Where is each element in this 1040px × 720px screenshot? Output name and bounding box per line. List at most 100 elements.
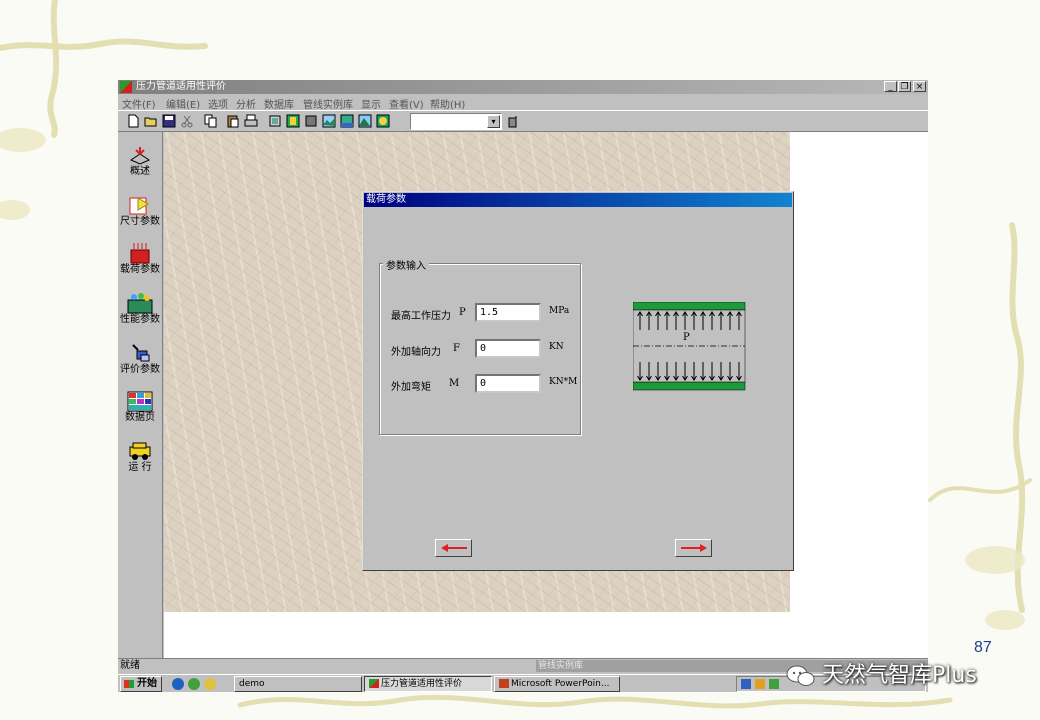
tray-volume-icon[interactable]	[769, 679, 779, 689]
max-pressure-unit: MPa	[549, 306, 570, 316]
tool-extra-icon[interactable]	[506, 114, 520, 128]
menu-analysis[interactable]: 分析	[236, 96, 256, 111]
chevron-down-icon[interactable]: ▾	[487, 115, 500, 128]
task-pipeline-app[interactable]: 压力管道适用性评价	[364, 676, 492, 692]
task-label: 压力管道适用性评价	[381, 679, 463, 689]
bending-moment-unit: KN*M	[549, 377, 578, 387]
powerpoint-icon	[499, 679, 509, 688]
previous-button[interactable]	[435, 539, 472, 557]
diagram-pressure-label: P	[683, 332, 690, 343]
menu-options[interactable]: 选项	[208, 96, 228, 111]
tool-chart-icon[interactable]	[286, 114, 300, 128]
print-icon[interactable]	[244, 114, 258, 128]
task-label: demo	[239, 679, 265, 689]
menu-view[interactable]: 查看(V)	[389, 96, 424, 111]
tool-page-icon[interactable]	[268, 114, 282, 128]
new-file-icon[interactable]	[126, 114, 140, 128]
cut-icon[interactable]	[180, 114, 194, 128]
max-pressure-symbol: P	[459, 307, 466, 318]
save-icon[interactable]	[162, 114, 176, 128]
evaluation-params-icon	[132, 344, 150, 362]
sidebar-item-overview[interactable]: 概述	[118, 140, 162, 184]
sidebar-item-label: 载荷参数	[120, 264, 160, 275]
tool-gray-icon[interactable]	[304, 114, 318, 128]
start-button[interactable]: 开始	[120, 676, 162, 692]
app-icon	[120, 81, 132, 93]
bending-moment-label: 外加弯矩	[391, 382, 431, 393]
task-label: Microsoft PowerPoin...	[511, 679, 610, 689]
sidebar-item-performance-params[interactable]: 性能参数	[118, 288, 162, 332]
window-title: 压力管道适用性评价	[136, 81, 226, 92]
wechat-icon	[786, 665, 815, 686]
task-powerpoint[interactable]: Microsoft PowerPoin...	[494, 676, 620, 692]
tool-globe-icon[interactable]	[376, 114, 390, 128]
watermark: 天然气智库Plus	[786, 657, 977, 689]
size-params-icon	[129, 197, 149, 215]
performance-params-icon	[127, 293, 153, 314]
sidebar-item-size-params[interactable]: 尺寸参数	[118, 190, 162, 234]
next-button[interactable]	[675, 539, 712, 557]
copy-icon[interactable]	[204, 114, 218, 128]
sidebar-item-run[interactable]: 运 行	[118, 436, 162, 480]
menu-edit[interactable]: 编辑(E)	[166, 96, 200, 111]
menu-bar: 文件(F) 编辑(E) 选项 分析 数据库 管线实例库 显示 查看(V) 帮助(…	[118, 94, 928, 111]
desktop-icon[interactable]	[188, 678, 200, 690]
outlook-icon[interactable]	[204, 678, 216, 690]
axial-force-input[interactable]	[475, 339, 541, 358]
ie-icon[interactable]	[172, 678, 184, 690]
sidebar-item-label: 运 行	[128, 462, 152, 473]
sidebar-item-evaluation-params[interactable]: 评价参数	[118, 338, 162, 382]
load-params-dialog: 载荷参数 参数输入 最高工作压力 P MPa 外加轴向力 F KN 外加弯矩 M…	[362, 191, 794, 571]
sidebar: 概述 尺寸参数 载荷参数 性能参数 评价参数 数据页 运 行	[118, 132, 163, 658]
windows-flag-icon	[124, 680, 134, 688]
max-pressure-input[interactable]	[475, 303, 541, 322]
data-page-icon	[127, 391, 153, 412]
arrow-right-icon	[680, 544, 707, 552]
sidebar-item-label: 评价参数	[120, 364, 160, 375]
sidebar-item-label: 概述	[130, 166, 150, 177]
overview-icon	[129, 147, 151, 165]
mdi-client-area: 载荷参数 参数输入 最高工作压力 P MPa 外加轴向力 F KN 外加弯矩 M…	[164, 132, 928, 658]
menu-display[interactable]: 显示	[361, 96, 381, 111]
status-ready: 就绪	[120, 660, 140, 671]
sidebar-item-load-params[interactable]: 载荷参数	[118, 238, 162, 282]
tray-network-icon[interactable]	[741, 679, 751, 689]
axial-force-label: 外加轴向力	[391, 347, 441, 358]
menu-pipeline-library[interactable]: 管线实例库	[303, 96, 353, 111]
axial-force-symbol: F	[453, 343, 460, 354]
menu-file[interactable]: 文件(F)	[122, 96, 156, 111]
tray-lightning-icon[interactable]	[755, 679, 765, 689]
arrow-left-icon	[440, 544, 467, 552]
app-task-icon	[369, 679, 379, 688]
axial-force-unit: KN	[549, 342, 564, 352]
tool-mountain-icon[interactable]	[358, 114, 372, 128]
pipe-pressure-diagram: P	[633, 302, 746, 391]
bending-moment-input[interactable]	[475, 374, 541, 393]
sidebar-item-data-page[interactable]: 数据页	[118, 386, 162, 430]
paste-icon[interactable]	[226, 114, 240, 128]
task-demo[interactable]: demo	[234, 676, 362, 692]
tool-terrain-icon[interactable]	[322, 114, 336, 128]
toolbar: ▾	[118, 110, 928, 132]
bending-moment-symbol: M	[449, 378, 460, 389]
dialog-title[interactable]: 载荷参数	[364, 193, 792, 207]
application-window: 压力管道适用性评价 _ ❐ × 文件(F) 编辑(E) 选项 分析 数据库 管线…	[118, 80, 928, 692]
sidebar-item-label: 性能参数	[120, 314, 160, 325]
tool-water-icon[interactable]	[340, 114, 354, 128]
open-folder-icon[interactable]	[144, 114, 158, 128]
max-pressure-label: 最高工作压力	[391, 311, 451, 322]
sidebar-item-label: 数据页	[125, 412, 155, 423]
sidebar-item-label: 尺寸参数	[120, 216, 160, 227]
run-icon	[129, 442, 151, 460]
restore-button[interactable]: ❐	[898, 81, 911, 92]
minimize-button[interactable]: _	[884, 81, 897, 92]
window-titlebar[interactable]: 压力管道适用性评价 _ ❐ ×	[118, 80, 928, 94]
menu-database[interactable]: 数据库	[264, 96, 294, 111]
menu-help[interactable]: 帮助(H)	[430, 96, 465, 111]
close-button[interactable]: ×	[913, 81, 926, 92]
slide-page-number: 87	[974, 639, 992, 656]
toolbar-combo[interactable]: ▾	[410, 113, 502, 130]
load-params-icon	[130, 243, 150, 264]
start-label: 开始	[137, 678, 157, 689]
group-title: 参数输入	[383, 257, 429, 272]
